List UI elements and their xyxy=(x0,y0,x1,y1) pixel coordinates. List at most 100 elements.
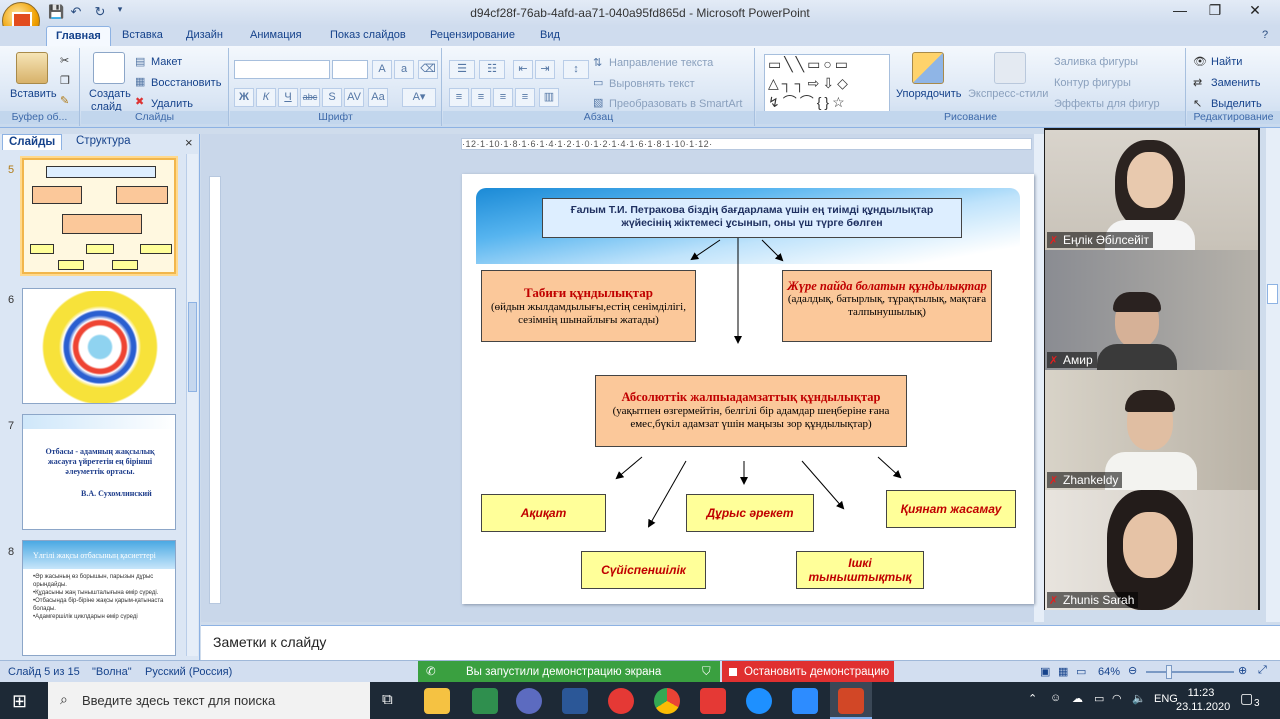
shape-fill-button[interactable]: Заливка фигуры xyxy=(1054,56,1138,68)
align-right-icon[interactable]: ≡ xyxy=(493,88,513,107)
editor-scrollbar[interactable] xyxy=(1034,134,1044,622)
powerpoint-task-button[interactable] xyxy=(830,682,872,719)
shrink-font-icon[interactable]: a xyxy=(394,60,414,79)
windows-start-icon[interactable]: ⊞ xyxy=(12,691,27,712)
stop-share-button[interactable]: Остановить демонстрацию xyxy=(722,661,894,683)
volume-icon[interactable]: 🔈 xyxy=(1132,692,1146,705)
slide-thumbnail-7[interactable]: Отбасы - адамның жақсылық жасауға үйрете… xyxy=(22,414,176,530)
right-scrollbar[interactable] xyxy=(1266,128,1280,622)
taskbar-search[interactable]: ⌕ Введите здесь текст для поиска xyxy=(48,682,370,719)
tab-review[interactable]: Рецензирование xyxy=(430,29,515,41)
battery-icon[interactable]: ▭ xyxy=(1094,692,1104,705)
pane-scrollbar[interactable] xyxy=(186,154,198,656)
quick-styles-icon[interactable] xyxy=(994,52,1026,84)
shape-effects-button[interactable]: Эффекты для фигур xyxy=(1054,98,1160,110)
minimize-button[interactable]: — xyxy=(1160,2,1200,22)
notes-pane[interactable]: Заметки к слайду xyxy=(201,625,1280,660)
close-button[interactable]: ✕ xyxy=(1235,2,1275,22)
shapes-gallery[interactable]: ▭╲╲▭○▭ △┐┐⇨⇩◇ ↯⌒⌒{}☆ xyxy=(764,54,890,112)
align-center-icon[interactable]: ≡ xyxy=(471,88,491,107)
tab-insert[interactable]: Вставка xyxy=(122,29,163,41)
font-name-combo[interactable] xyxy=(234,60,330,79)
tab-outline[interactable]: Структура xyxy=(70,134,137,150)
wifi-icon[interactable]: ◠ xyxy=(1112,692,1122,705)
maximize-button[interactable]: ❐ xyxy=(1195,2,1235,22)
layout-button[interactable]: Макет xyxy=(151,56,182,68)
columns-icon[interactable]: ▥ xyxy=(539,88,559,107)
value-right-action[interactable]: Дұрыс әрекет xyxy=(686,494,814,532)
paste-icon[interactable] xyxy=(16,52,48,84)
find-button[interactable]: Найти xyxy=(1211,56,1242,68)
numbering-icon[interactable]: ☷ xyxy=(479,60,505,79)
redo-icon[interactable]: ↻ xyxy=(92,4,108,22)
fit-slide-icon[interactable]: ⤢ xyxy=(1258,664,1267,677)
bold-icon[interactable]: Ж xyxy=(234,88,254,107)
slide-thumbnail-5[interactable] xyxy=(22,158,176,274)
value-love[interactable]: Сүйіспеншілік xyxy=(581,551,706,589)
tab-slideshow[interactable]: Показ слайдов xyxy=(330,29,406,41)
quick-styles-button[interactable]: Экспресс-стили xyxy=(968,88,1048,100)
save-icon[interactable]: 💾 xyxy=(48,4,64,22)
task-view-icon[interactable]: ⧉ xyxy=(382,691,393,708)
cloud-icon[interactable]: ☁ xyxy=(1072,692,1083,705)
paste-button[interactable]: Вставить xyxy=(10,88,57,100)
video-tile-4[interactable]: ✗ Zhunis Sarah xyxy=(1045,490,1258,610)
align-text-button[interactable]: Выровнять текст xyxy=(609,78,695,90)
underline-icon[interactable]: Ч xyxy=(278,88,298,107)
slide-thumbnail-8[interactable]: Үлгілі жақсы отбасының қасиеттері •Әр жа… xyxy=(22,540,176,656)
grow-font-icon[interactable]: A xyxy=(372,60,392,79)
align-left-icon[interactable]: ≡ xyxy=(449,88,469,107)
cut-icon[interactable]: ✂ xyxy=(60,54,69,67)
acquired-values-box[interactable]: Жүре пайда болатын құндылықтар (адалдық,… xyxy=(782,270,992,342)
input-language[interactable]: ENG xyxy=(1154,693,1178,705)
pane-scroll-thumb[interactable] xyxy=(188,302,197,392)
copy-icon[interactable]: ❐ xyxy=(60,74,70,87)
new-slide-button[interactable]: Создать xyxy=(89,88,131,100)
chrome-icon[interactable] xyxy=(654,688,680,714)
reset-button[interactable]: Восстановить xyxy=(151,77,221,89)
tray-chevron-icon[interactable]: ⌃ xyxy=(1028,692,1037,705)
notification-icon[interactable]: ▢ xyxy=(1240,690,1253,707)
arrange-button[interactable]: Упорядочить xyxy=(896,88,961,100)
customize-qa-icon[interactable]: ▾ xyxy=(112,4,128,22)
slideshow-view-icon[interactable]: ▭ xyxy=(1076,665,1086,678)
natural-values-box[interactable]: Табиғи құндылықтар (өйдын жылдамдылығы,е… xyxy=(481,270,696,342)
sorter-view-icon[interactable]: ▦ xyxy=(1058,665,1068,678)
text-direction-button[interactable]: Направление текста xyxy=(609,57,713,69)
spacing-icon[interactable]: AV xyxy=(344,88,364,107)
format-painter-icon[interactable]: ✎ xyxy=(60,94,69,107)
zoom-out-icon[interactable]: ⊖ xyxy=(1128,664,1137,677)
delete-button[interactable]: Удалить xyxy=(151,98,193,110)
select-button[interactable]: Выделить xyxy=(1211,98,1262,110)
value-non-violence[interactable]: Қиянат жасамау xyxy=(886,490,1016,528)
slide-header-box[interactable]: Ғалым Т.И. Петракова біздің бағдарлама ү… xyxy=(542,198,962,238)
paint-icon[interactable] xyxy=(516,688,542,714)
zoom-slider-thumb[interactable] xyxy=(1166,665,1172,679)
new-slide-icon[interactable] xyxy=(93,52,125,84)
help-icon[interactable]: ? xyxy=(1262,29,1268,41)
right-scroll-thumb[interactable] xyxy=(1267,284,1278,304)
undo-icon[interactable]: ↶ xyxy=(68,4,84,22)
language-status[interactable]: Русский (Россия) xyxy=(145,666,232,678)
strikethrough-icon[interactable]: abc xyxy=(300,88,320,107)
edge-icon[interactable] xyxy=(746,688,772,714)
video-tile-1[interactable]: ✗ Еңлік Әбілсейіт xyxy=(1045,130,1258,250)
arrange-icon[interactable] xyxy=(912,52,944,84)
shape-outline-button[interactable]: Контур фигуры xyxy=(1054,77,1131,89)
calculator-icon[interactable] xyxy=(472,688,498,714)
tab-animation[interactable]: Анимация xyxy=(250,29,302,41)
close-pane-icon[interactable]: × xyxy=(185,135,193,150)
people-icon[interactable]: ☺ xyxy=(1050,692,1061,704)
video-tile-2[interactable]: ✗ Амир xyxy=(1045,250,1258,370)
file-explorer-icon[interactable] xyxy=(424,688,450,714)
word-icon[interactable] xyxy=(562,688,588,714)
font-size-combo[interactable] xyxy=(332,60,368,79)
normal-view-icon[interactable]: ▣ xyxy=(1040,665,1050,678)
shadow-icon[interactable]: S xyxy=(322,88,342,107)
justify-icon[interactable]: ≡ xyxy=(515,88,535,107)
change-case-icon[interactable]: Aa xyxy=(368,88,388,107)
tab-slides[interactable]: Слайды xyxy=(2,134,63,150)
smartart-button[interactable]: Преобразовать в SmartArt xyxy=(609,98,742,110)
video-tile-3[interactable]: ✗ Zhankeldy xyxy=(1045,370,1258,490)
increase-indent-icon[interactable]: ⇥ xyxy=(535,60,555,79)
